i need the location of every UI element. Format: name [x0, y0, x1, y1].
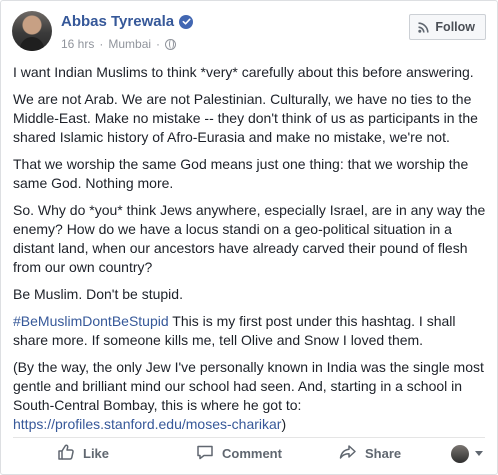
post-paragraph-last: (By the way, the only Jew I've personall… [13, 358, 491, 434]
separator-dot: · [99, 37, 104, 51]
post-paragraph: Be Muslim. Don't be stupid. [13, 286, 183, 302]
post-meta: 16 hrs · Mumbai · [61, 37, 177, 51]
post-paragraph: So. Why do *you* think Jews anywhere, es… [13, 202, 486, 275]
post-paragraph: We are not Arab. We are not Palestinian.… [13, 91, 478, 145]
share-button[interactable]: Share [339, 438, 401, 469]
post-location[interactable]: Mumbai [108, 37, 151, 51]
like-label: Like [83, 446, 110, 461]
post-timestamp[interactable]: 16 hrs [61, 37, 94, 51]
public-globe-icon[interactable] [165, 38, 177, 50]
last-paragraph-text: (By the way, the only Jew I've personall… [13, 359, 484, 413]
share-label: Share [365, 446, 402, 461]
comment-button[interactable]: Comment [196, 438, 282, 469]
viewer-avatar [451, 444, 469, 463]
verified-badge-icon [179, 14, 194, 29]
like-button[interactable]: Like [57, 438, 109, 469]
share-arrow-icon [339, 443, 357, 464]
post-paragraph: I want Indian Muslims to think *very* ca… [13, 64, 474, 80]
reaction-profile-selector[interactable] [451, 438, 483, 469]
follow-button[interactable]: Follow [409, 14, 486, 40]
comment-label: Comment [222, 446, 282, 461]
chevron-down-icon [475, 451, 483, 456]
post-card: Abbas Tyrewala 16 hrs · Mumbai · Follow [0, 0, 498, 475]
post-actions-bar: Like Comment Share [13, 437, 485, 469]
closing-paren: ) [281, 416, 287, 432]
separator-dot: · [156, 37, 161, 51]
post-paragraph-hashtag: #BeMuslimDontBeStupid This is my first p… [13, 312, 491, 350]
author-avatar[interactable] [12, 11, 52, 51]
thumbs-up-icon [57, 443, 75, 464]
post-body: I want Indian Muslims to think *very* ca… [13, 63, 491, 442]
post-header: Abbas Tyrewala 16 hrs · Mumbai · Follow [1, 1, 497, 59]
speech-bubble-icon [196, 443, 214, 464]
author-row: Abbas Tyrewala [61, 13, 194, 30]
author-name[interactable]: Abbas Tyrewala [61, 13, 174, 30]
hashtag-link[interactable]: #BeMuslimDontBeStupid [13, 313, 169, 329]
profile-link[interactable]: https://profiles.stanford.edu/moses-char… [13, 416, 281, 432]
rss-feed-icon [418, 21, 430, 33]
post-paragraph: That we worship the same God means just … [13, 156, 469, 191]
follow-button-label: Follow [435, 20, 475, 34]
